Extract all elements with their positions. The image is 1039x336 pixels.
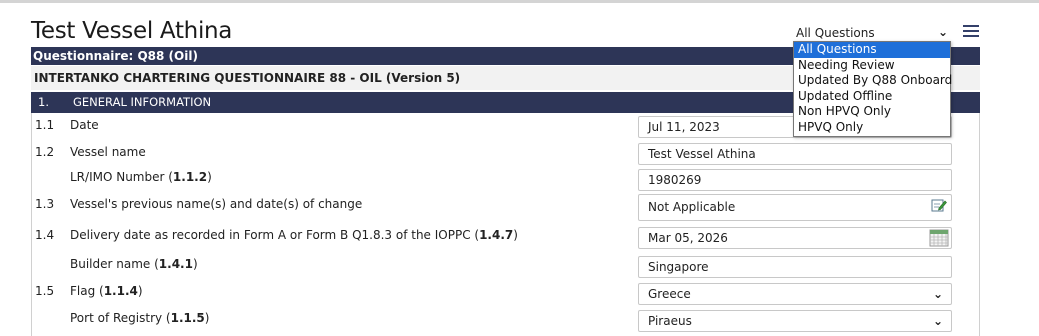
edit-note-icon[interactable]	[931, 197, 947, 221]
question-ref: 1.1.4	[103, 284, 138, 298]
chevron-down-icon: ⌄	[932, 287, 943, 301]
question-number: 1.2	[35, 145, 55, 159]
flag-select[interactable]: Greece ⌄	[638, 283, 952, 305]
filter-option-hpvq-only[interactable]: HPVQ Only	[794, 120, 950, 136]
question-label: LR/IMO Number (1.1.2)	[70, 170, 212, 184]
question-label: Date	[70, 118, 99, 132]
chevron-down-icon: ⌄	[937, 25, 948, 39]
question-label: Flag (1.1.4)	[70, 284, 143, 298]
filter-option-non-hpvq-only[interactable]: Non HPVQ Only	[794, 104, 950, 120]
question-label: Vessel name	[70, 145, 146, 159]
form-left-border	[31, 113, 32, 336]
filter-option-updated-by-q88-onboard[interactable]: Updated By Q88 Onboard	[794, 73, 952, 89]
imo-number-value: 1980269	[648, 173, 702, 187]
builder-name-field[interactable]: Singapore	[638, 256, 952, 278]
chevron-down-icon: ⌄	[932, 314, 943, 328]
previous-names-value: Not Applicable	[648, 200, 736, 214]
section-title: GENERAL INFORMATION	[73, 95, 212, 109]
filter-option-needing-review[interactable]: Needing Review	[794, 58, 950, 74]
flag-value: Greece	[648, 287, 691, 301]
question-ref: 1.4.7	[479, 228, 514, 242]
delivery-date-value: Mar 05, 2026	[648, 231, 728, 245]
question-filter-select[interactable]: All Questions ⌄	[794, 24, 952, 42]
imo-number-field[interactable]: 1980269	[638, 169, 952, 191]
previous-names-field[interactable]: Not Applicable	[638, 194, 952, 221]
question-label: Delivery date as recorded in Form A or F…	[70, 228, 518, 242]
question-ref: 1.1.2	[172, 170, 208, 184]
question-number: 1.5	[35, 284, 55, 298]
filter-selected-value: All Questions	[796, 26, 875, 40]
section-number: 1.	[38, 95, 49, 109]
question-number: 1.1	[35, 118, 55, 132]
calendar-icon[interactable]	[929, 229, 949, 253]
filter-option-all-questions[interactable]: All Questions	[794, 42, 950, 58]
form-right-border	[979, 113, 980, 336]
question-ref: 1.1.5	[170, 311, 205, 325]
question-number: 1.4	[35, 228, 55, 242]
hamburger-icon[interactable]	[963, 25, 979, 39]
top-divider	[0, 0, 1039, 3]
question-label: Vessel's previous name(s) and date(s) of…	[70, 197, 363, 211]
question-number: 1.3	[35, 197, 55, 211]
port-of-registry-select[interactable]: Piraeus ⌄	[638, 310, 952, 332]
vessel-name-field[interactable]: Test Vessel Athina	[638, 143, 952, 165]
question-label: Builder name (1.4.1)	[70, 257, 198, 271]
page-title: Test Vessel Athina	[31, 18, 233, 44]
delivery-date-field[interactable]: Mar 05, 2026	[638, 227, 952, 249]
question-label: Port of Registry (1.1.5)	[70, 311, 210, 325]
vessel-name-value: Test Vessel Athina	[648, 147, 756, 161]
question-ref: 1.4.1	[158, 257, 193, 271]
port-of-registry-value: Piraeus	[648, 314, 692, 328]
filter-option-updated-offline[interactable]: Updated Offline	[794, 89, 950, 105]
question-filter-dropdown: All Questions Needing Review Updated By …	[793, 41, 952, 137]
builder-name-value: Singapore	[648, 260, 709, 274]
date-value: Jul 11, 2023	[648, 120, 720, 134]
